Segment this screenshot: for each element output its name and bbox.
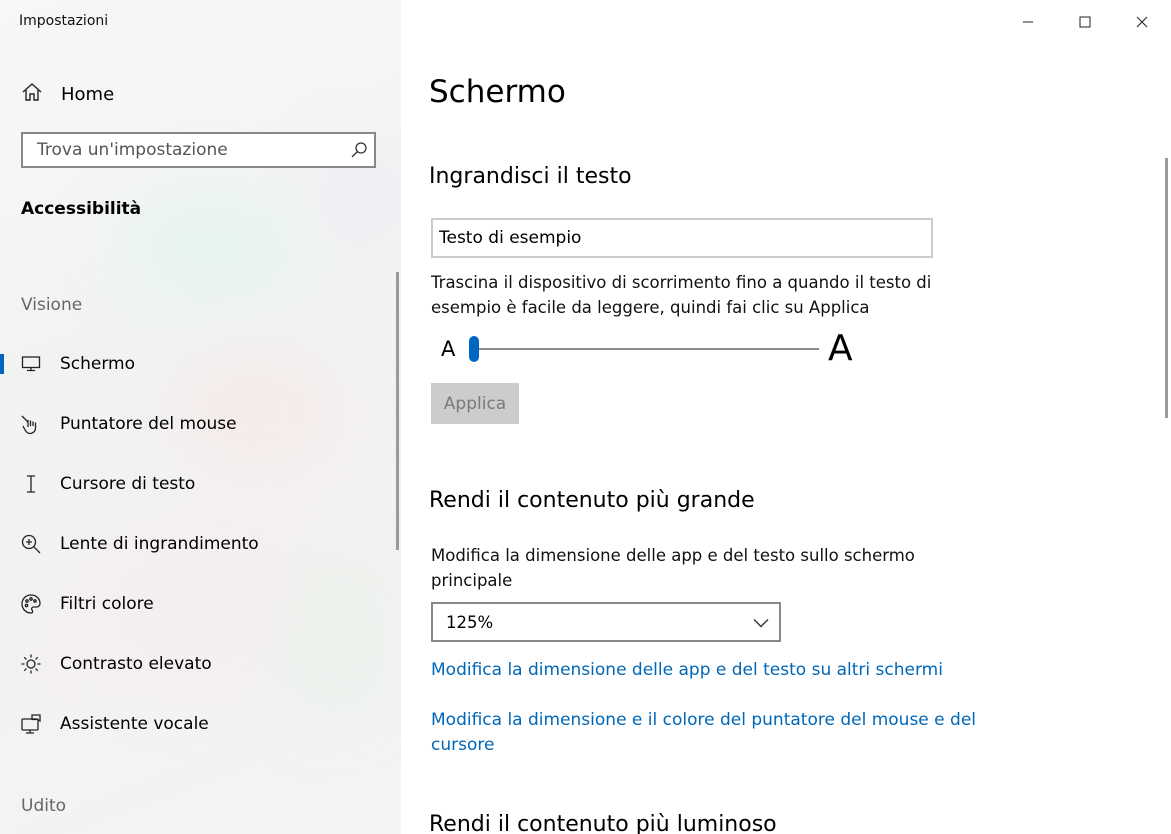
sample-text-box: Testo di esempio: [431, 218, 933, 258]
minimize-button[interactable]: [1000, 0, 1056, 44]
sidebar-item-home[interactable]: Home: [21, 80, 114, 108]
page-title: Schermo: [429, 74, 566, 110]
apply-button[interactable]: Applica: [431, 383, 519, 424]
text-cursor-icon: [20, 473, 42, 495]
sidebar-item-label: Assistente vocale: [60, 714, 209, 734]
slider-thumb[interactable]: [469, 336, 479, 362]
search-box[interactable]: [21, 132, 376, 168]
sidebar-item-label: Filtri colore: [60, 594, 154, 614]
sidebar-item-label: Puntatore del mouse: [60, 414, 237, 434]
text-size-slider[interactable]: A A: [431, 328, 861, 372]
text-size-heading: Ingrandisci il testo: [429, 164, 632, 189]
close-button[interactable]: [1114, 0, 1170, 44]
sidebar-item-label: Schermo: [60, 354, 136, 374]
text-size-description: Trascina il dispositivo di scorrimento f…: [431, 273, 932, 317]
acrylic-blob: [120, 190, 300, 300]
sidebar-item-magnifier[interactable]: Lente di ingrandimento: [0, 524, 400, 564]
magnifier-icon: [20, 533, 42, 555]
maximize-button[interactable]: [1057, 0, 1113, 44]
slider-track[interactable]: [473, 348, 819, 350]
section-title: Accessibilità: [21, 199, 142, 219]
sidebar-item-mouse-pointer[interactable]: Puntatore del mouse: [0, 404, 400, 444]
sidebar: Impostazioni Home Accessibilità Visione …: [0, 0, 401, 834]
close-icon: [1136, 13, 1148, 32]
sidebar-item-label: Cursore di testo: [60, 474, 196, 494]
link-pointer-size-color[interactable]: Modifica la dimensione e il colore del p…: [431, 708, 981, 758]
slider-max-label: A: [828, 328, 853, 369]
sidebar-item-color-filters[interactable]: Filtri colore: [0, 584, 400, 624]
sidebar-item-label: Home: [61, 83, 115, 105]
scale-description: Modifica la dimensione delle app e del t…: [431, 546, 915, 590]
mouse-pointer-icon: [20, 413, 42, 435]
scale-dropdown-value: 125%: [446, 612, 494, 632]
sidebar-item-label: Contrasto elevato: [60, 654, 212, 674]
scale-heading: Rendi il contenuto più grande: [429, 488, 755, 513]
narrator-icon: [20, 713, 42, 735]
monitor-icon: [20, 353, 42, 375]
sidebar-item-text-cursor[interactable]: Cursore di testo: [0, 464, 400, 504]
group-label-vision: Visione: [21, 295, 83, 315]
minimize-icon: [1022, 13, 1034, 32]
maximize-icon: [1079, 13, 1091, 32]
chevron-down-icon: [753, 613, 769, 632]
sidebar-item-display[interactable]: Schermo: [0, 344, 400, 384]
home-icon: [21, 81, 43, 107]
brightness-heading: Rendi il contenuto più luminoso: [429, 812, 777, 834]
group-label-hearing: Udito: [21, 796, 67, 816]
window-title: Impostazioni: [19, 13, 109, 29]
sidebar-item-narrator[interactable]: Assistente vocale: [0, 704, 400, 744]
sidebar-scrollbar[interactable]: [396, 272, 399, 550]
brightness-icon: [20, 653, 42, 675]
search-icon[interactable]: [344, 141, 374, 159]
slider-min-label: A: [441, 337, 456, 361]
sample-text: Testo di esempio: [439, 228, 582, 248]
search-input[interactable]: [23, 139, 344, 161]
sidebar-item-label: Lente di ingrandimento: [60, 534, 259, 554]
main-scrollbar[interactable]: [1165, 158, 1168, 418]
scale-dropdown[interactable]: 125%: [431, 602, 781, 642]
palette-icon: [20, 593, 42, 615]
link-other-displays[interactable]: Modifica la dimensione delle app e del t…: [431, 658, 991, 683]
sidebar-item-high-contrast[interactable]: Contrasto elevato: [0, 644, 400, 684]
main-content: Schermo Ingrandisci il testo Testo di es…: [401, 0, 1171, 834]
